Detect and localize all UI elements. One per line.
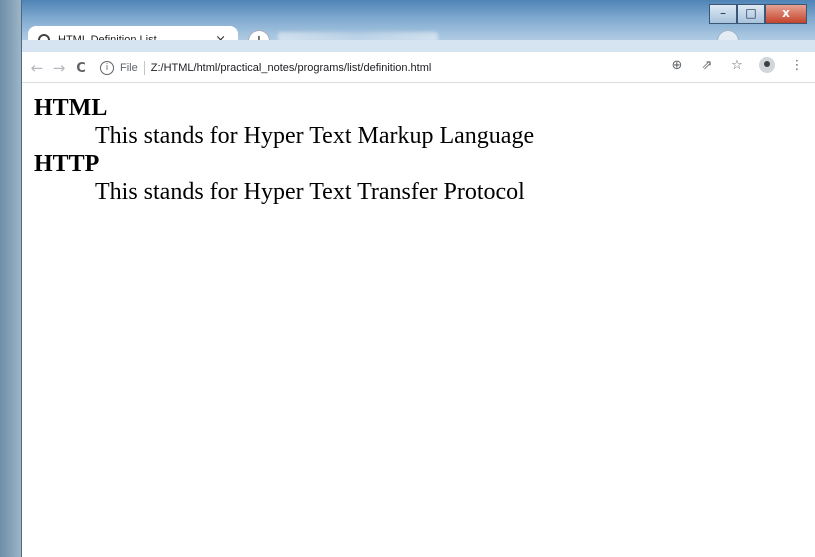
share-icon[interactable]: ⇗ [699, 58, 715, 73]
bookmark-star-icon[interactable]: ☆ [729, 58, 745, 73]
blurred-tab-strip [278, 32, 438, 42]
tab-html-definition-list[interactable]: HTML Definition List × [28, 26, 238, 54]
scheme-label: File [120, 62, 138, 74]
address-bar[interactable]: i File Z:/HTML/html/practical_notes/prog… [100, 57, 431, 79]
globe-icon [38, 34, 50, 46]
close-window-button[interactable]: x [765, 4, 807, 24]
definition-list: HTML This stands for Hyper Text Markup L… [34, 94, 815, 206]
title-bar: HTML Definition List × + ⌄ – □ x [22, 0, 815, 54]
page-content: HTML This stands for Hyper Text Markup L… [22, 86, 815, 557]
profile-avatar-icon[interactable] [759, 57, 775, 73]
maximize-button[interactable]: □ [737, 4, 765, 24]
tab-title: HTML Definition List [58, 34, 157, 46]
back-arrow-icon[interactable]: ← [26, 59, 48, 77]
toolbar-actions: ⊕ ⇗ ☆ ⋮ [669, 57, 805, 73]
tab-search-chevron-icon[interactable]: ⌄ [717, 30, 739, 52]
info-icon[interactable]: i [100, 61, 114, 75]
tab-close-icon[interactable]: × [215, 33, 226, 48]
window-controls: – □ x [709, 4, 807, 24]
address-separator [143, 61, 145, 75]
url-text[interactable]: Z:/HTML/html/practical_notes/programs/li… [151, 62, 432, 74]
background-window-edge [0, 0, 22, 557]
term-html: HTML [34, 95, 108, 121]
forward-arrow-icon[interactable]: → [48, 59, 70, 77]
description-http: This stands for Hyper Text Transfer Prot… [95, 179, 525, 205]
zoom-icon[interactable]: ⊕ [669, 58, 685, 73]
term-http: HTTP [34, 151, 100, 177]
browser-toolbar: ← → C i File Z:/HTML/html/practical_note… [22, 54, 815, 83]
description-html: This stands for Hyper Text Markup Langua… [95, 123, 535, 149]
new-tab-button[interactable]: + [248, 30, 270, 52]
minimize-button[interactable]: – [709, 4, 737, 24]
reload-icon[interactable]: C [70, 61, 92, 76]
kebab-menu-icon[interactable]: ⋮ [789, 58, 805, 73]
browser-window: HTML Definition List × + ⌄ – □ x ← → C i… [22, 0, 815, 557]
